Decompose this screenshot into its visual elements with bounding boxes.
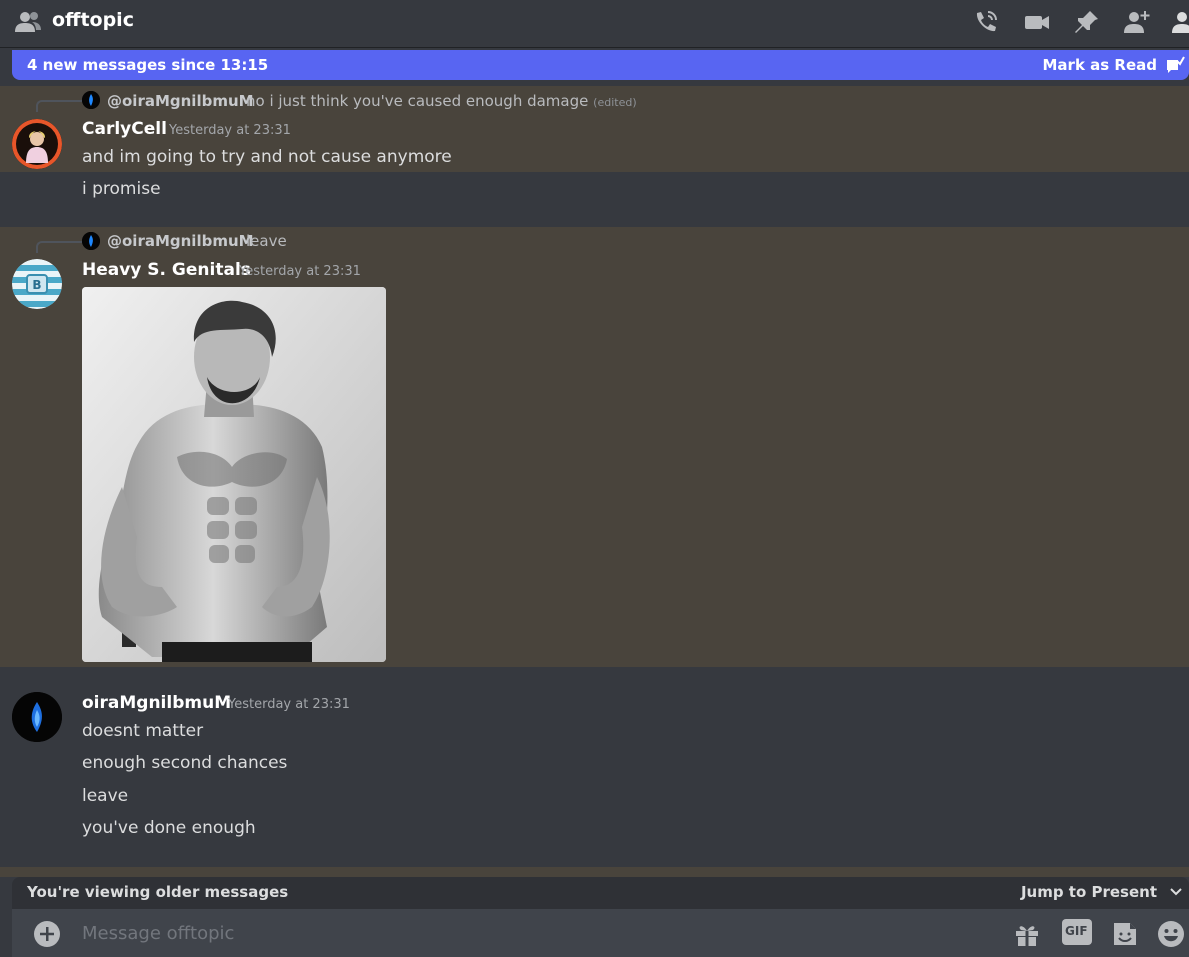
reply-preview[interactable]: no i just think you've caused enough dam… xyxy=(246,92,637,110)
mark-as-read-button[interactable]: Mark as Read xyxy=(1043,56,1158,74)
message-author[interactable]: Heavy S. Genitals xyxy=(82,260,251,280)
message-line: and im going to try and not cause anymor… xyxy=(82,147,452,167)
message-timestamp: Yesterday at 23:31 xyxy=(169,123,291,138)
call-icon[interactable] xyxy=(971,8,1001,36)
avatar[interactable] xyxy=(12,119,62,169)
pin-icon[interactable] xyxy=(1072,8,1102,36)
sticker-icon[interactable] xyxy=(1110,919,1140,949)
reply-author[interactable]: @oiraMgnilbmuM xyxy=(107,92,254,110)
message-timestamp: Yesterday at 23:31 xyxy=(239,264,361,279)
plus-icon xyxy=(40,927,54,941)
message-line: leave xyxy=(82,786,129,806)
reply-connector xyxy=(36,241,82,253)
avatar[interactable]: B xyxy=(12,259,62,309)
reply-avatar xyxy=(82,232,100,250)
blue-flame-icon xyxy=(82,232,100,250)
blue-flame-avatar-image xyxy=(12,692,62,742)
blue-flame-icon xyxy=(82,91,100,109)
carlycell-avatar-image xyxy=(12,119,62,169)
svg-text:B: B xyxy=(32,278,41,292)
mark-read-icon[interactable] xyxy=(1165,55,1185,75)
chevron-down-icon[interactable] xyxy=(1169,885,1183,899)
new-messages-bar[interactable]: 4 new messages since 13:15 Mark as Read xyxy=(12,50,1189,80)
emoji-icon[interactable] xyxy=(1156,919,1186,949)
message-highlight xyxy=(0,867,1189,877)
gif-button[interactable]: GIF xyxy=(1062,919,1092,945)
reply-preview[interactable]: leave xyxy=(246,232,287,250)
channel-header: offtopic xyxy=(0,0,1189,48)
message-timestamp: Yesterday at 23:31 xyxy=(228,697,350,712)
message-input[interactable]: Message offtopic xyxy=(82,923,234,944)
people-icon xyxy=(15,12,41,32)
message-author[interactable]: CarlyCell xyxy=(82,119,167,139)
new-messages-text: 4 new messages since 13:15 xyxy=(27,56,269,74)
reply-author[interactable]: @oiraMgnilbmuM xyxy=(107,232,254,250)
older-messages-bar[interactable]: You're viewing older messages Jump to Pr… xyxy=(12,877,1189,909)
message-author[interactable]: oiraMgnilbmuM xyxy=(82,693,231,713)
edited-label: (edited) xyxy=(593,96,637,109)
upload-button[interactable] xyxy=(34,921,60,947)
message-line: doesnt matter xyxy=(82,721,204,741)
message-line: enough second chances xyxy=(82,753,288,773)
video-icon[interactable] xyxy=(1022,8,1052,36)
jump-to-present-button[interactable]: Jump to Present xyxy=(1021,883,1157,901)
message-composer[interactable]: Message offtopic GIF xyxy=(12,909,1189,957)
message-line: you've done enough xyxy=(82,818,256,838)
reply-text: no i just think you've caused enough dam… xyxy=(246,92,589,110)
add-member-icon[interactable] xyxy=(1122,8,1152,36)
reply-connector xyxy=(36,100,82,112)
striped-avatar-image: B xyxy=(12,259,62,309)
message-line: i promise xyxy=(82,179,161,199)
avatar[interactable] xyxy=(12,692,62,742)
channel-title: offtopic xyxy=(52,9,134,31)
gift-icon[interactable] xyxy=(1012,919,1042,949)
image-attachment[interactable] xyxy=(82,287,386,662)
gif-label: GIF xyxy=(1065,924,1088,938)
reply-avatar xyxy=(82,91,100,109)
older-messages-text: You're viewing older messages xyxy=(27,883,289,901)
muscular-man-photo xyxy=(82,287,386,662)
member-list-icon[interactable] xyxy=(1170,8,1189,36)
